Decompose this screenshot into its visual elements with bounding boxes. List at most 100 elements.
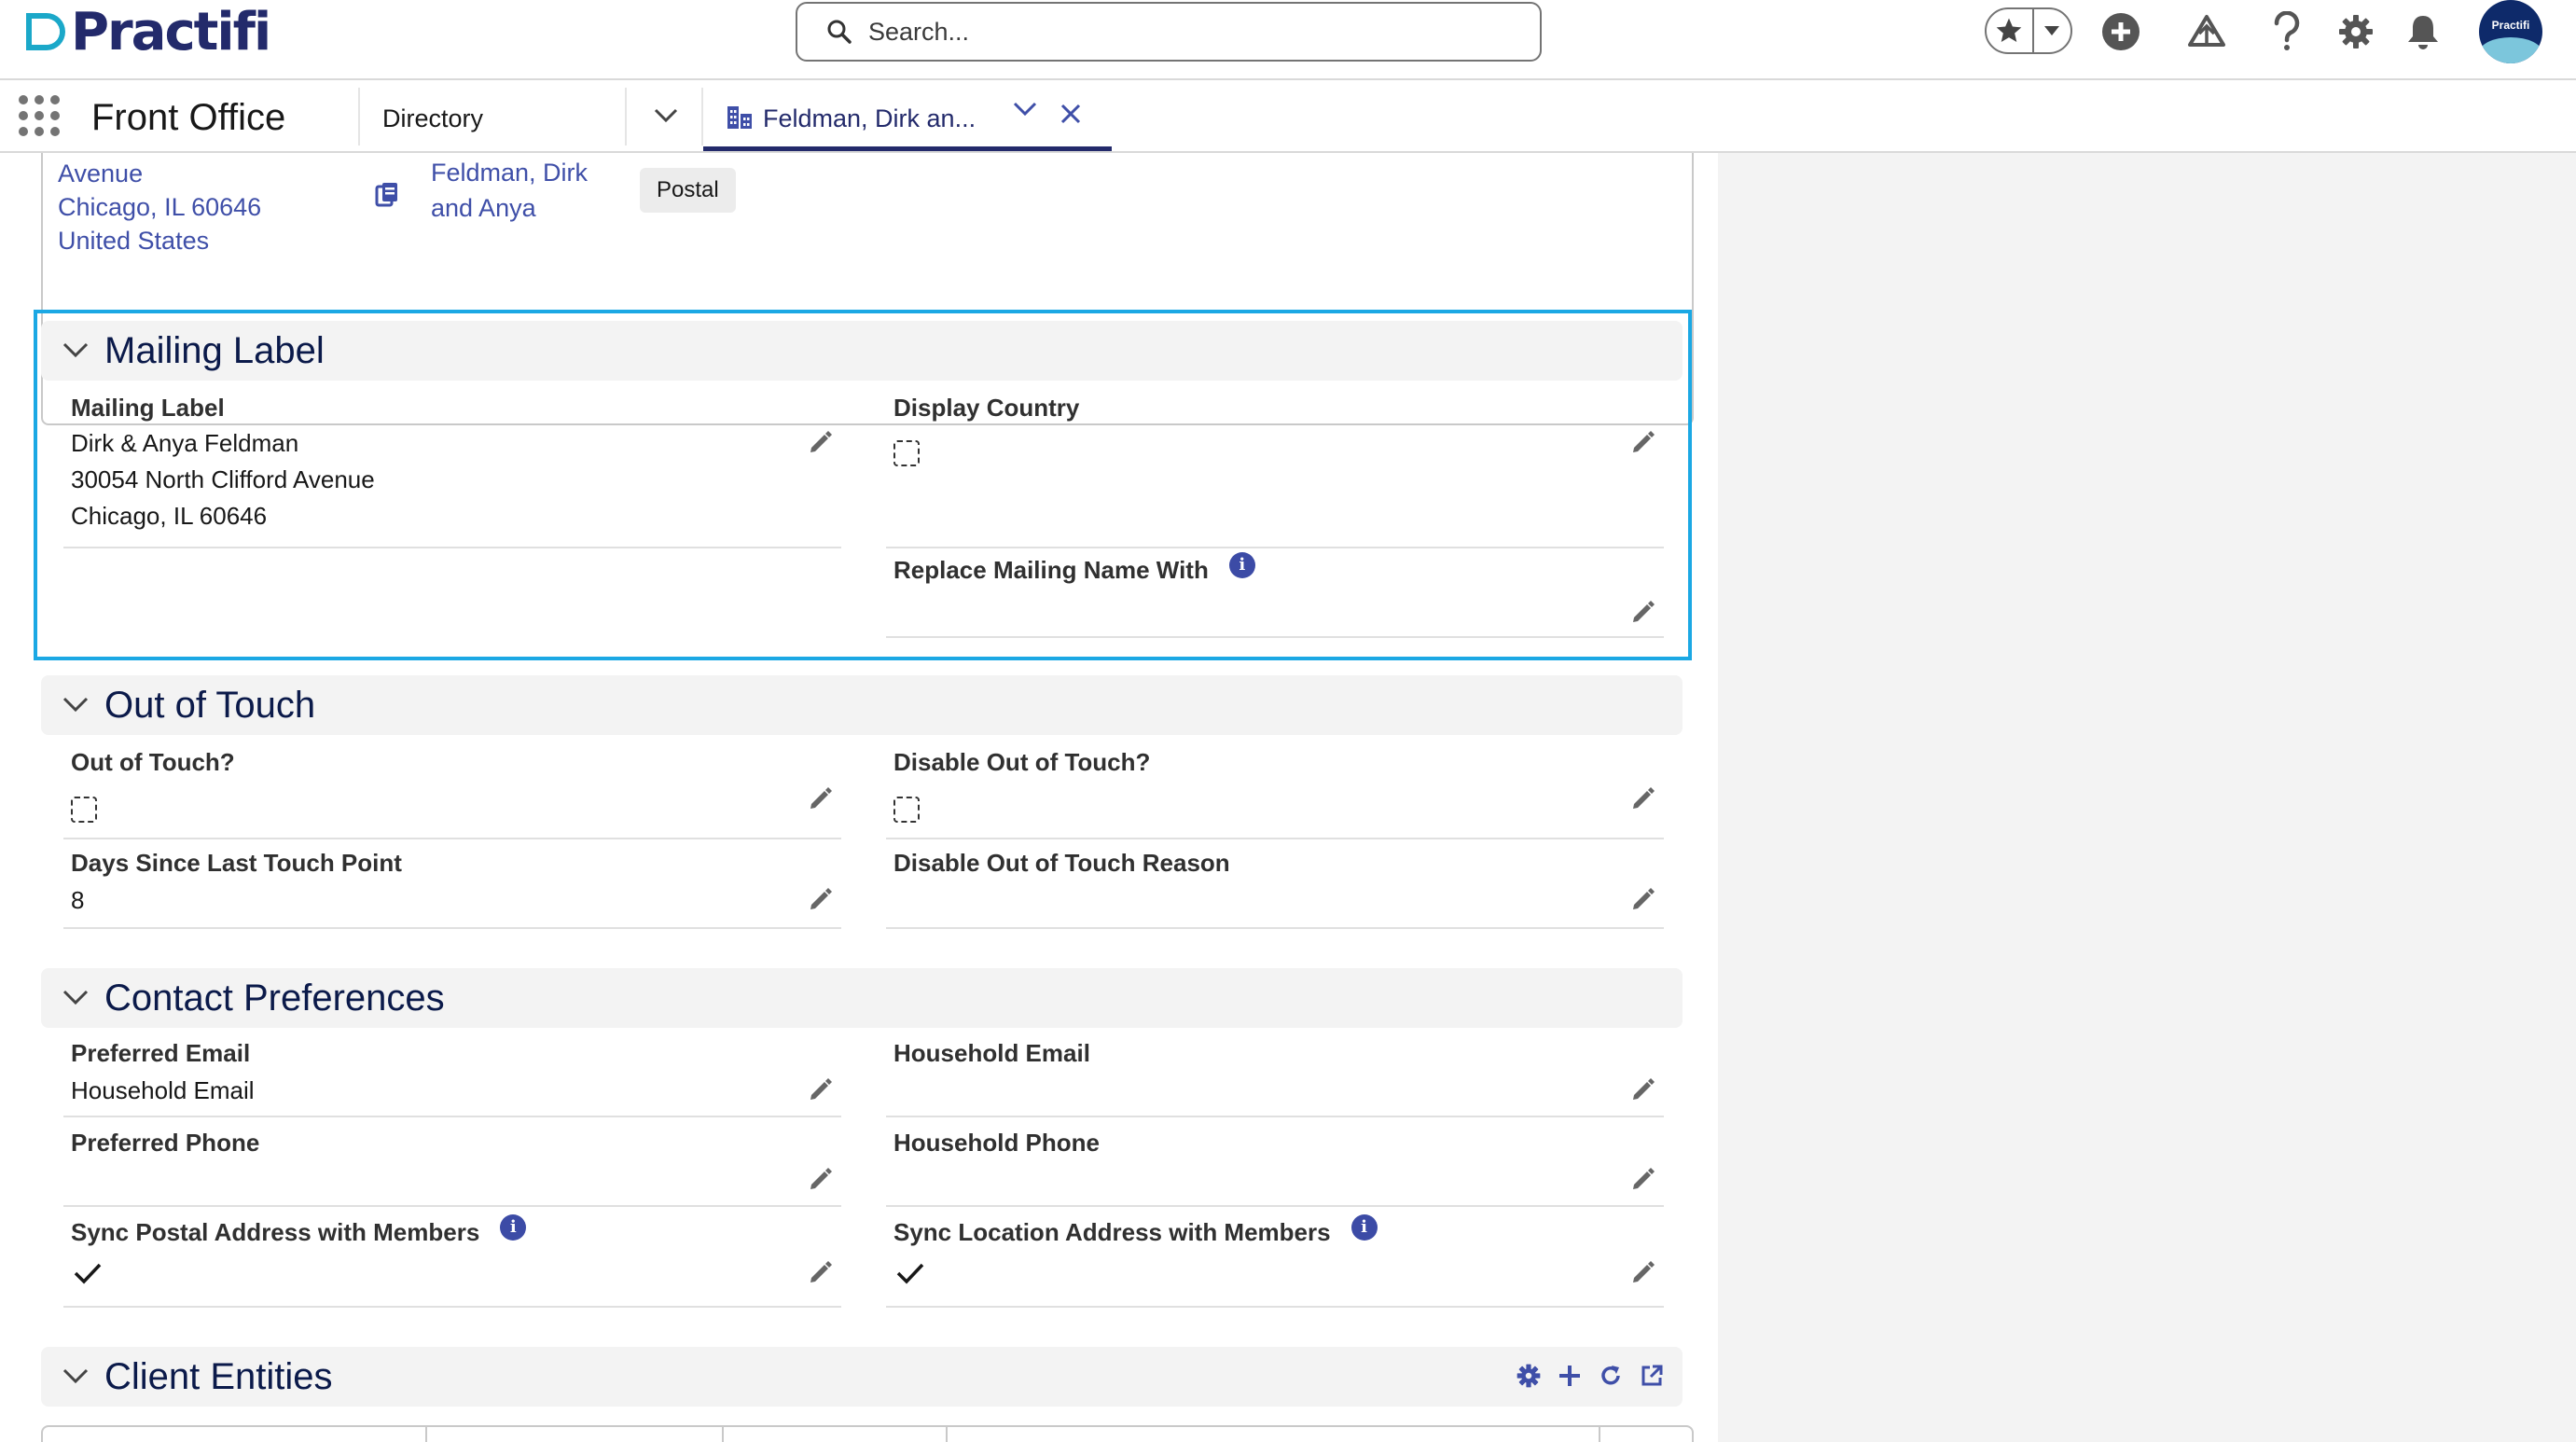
favorites-menu-button[interactable]: [2034, 9, 2070, 52]
pencil-icon[interactable]: [1630, 1076, 1656, 1102]
global-header: Practifi Search... Practifi: [0, 0, 2576, 78]
pencil-icon[interactable]: [1630, 1259, 1656, 1285]
favorites-button[interactable]: [1987, 9, 2034, 52]
help-button[interactable]: [2264, 9, 2309, 54]
field-label-text: Sync Postal Address with Members: [71, 1218, 480, 1246]
field-label: Mailing Label: [71, 394, 225, 422]
client-entities-table: [41, 1425, 1694, 1442]
field-label-text: Replace Mailing Name With: [893, 556, 1209, 584]
checkmark-icon: [896, 1263, 924, 1284]
field-label: Days Since Last Touch Point: [71, 849, 402, 877]
field-label: Out of Touch?: [71, 748, 235, 776]
nav-item-directory[interactable]: Directory: [382, 104, 483, 133]
field-preferred-email: Preferred Email Household Email: [63, 1039, 841, 1117]
field-replace-mailing-name: Replace Mailing Name With i: [886, 552, 1664, 638]
pencil-icon[interactable]: [1630, 886, 1656, 912]
mailing-label-line: 30054 North Clifford Avenue: [71, 465, 375, 493]
search-input[interactable]: [868, 17, 1521, 47]
section-title: Client Entities: [104, 1356, 333, 1397]
info-icon[interactable]: i: [1228, 552, 1255, 578]
section-header-client-entities[interactable]: Client Entities: [41, 1347, 1683, 1407]
chevron-down-icon[interactable]: [1013, 101, 1037, 118]
field-sync-postal-address: Sync Postal Address with Members i: [63, 1214, 841, 1308]
address-lines[interactable]: Avenue Chicago, IL 60646 United States: [58, 157, 261, 257]
pencil-icon[interactable]: [808, 785, 834, 811]
chevron-down-icon: [62, 1368, 89, 1384]
pencil-icon[interactable]: [1630, 599, 1656, 625]
setup-button[interactable]: [2334, 9, 2378, 54]
launcher-dot: [19, 111, 28, 120]
address-name-line: Feldman, Dirk: [431, 159, 589, 187]
pencil-icon[interactable]: [1630, 429, 1656, 455]
app-name: Front Office: [91, 97, 286, 138]
section-header-contact-preferences[interactable]: Contact Preferences: [41, 968, 1683, 1028]
pencil-icon[interactable]: [808, 429, 834, 455]
pencil-icon[interactable]: [808, 886, 834, 912]
launcher-dot: [50, 111, 60, 120]
field-label: Sync Postal Address with Members i: [71, 1214, 527, 1247]
section-title: Out of Touch: [104, 685, 316, 726]
nav-divider: [625, 88, 627, 146]
close-icon[interactable]: [1059, 103, 1082, 125]
table-column-divider: [425, 1427, 427, 1442]
table-column-divider: [946, 1427, 948, 1442]
right-side-panel: [1718, 153, 2576, 1442]
field-value: Household Email: [71, 1076, 255, 1104]
help-icon: [2274, 11, 2300, 50]
field-out-of-touch: Out of Touch?: [63, 748, 841, 839]
field-preferred-phone: Preferred Phone: [63, 1129, 841, 1207]
open-external-icon[interactable]: [1640, 1364, 1664, 1388]
nav-divider: [358, 88, 360, 146]
pencil-icon[interactable]: [808, 1166, 834, 1192]
add-icon[interactable]: [1558, 1364, 1582, 1388]
global-actions-button[interactable]: [2098, 9, 2143, 54]
field-disable-out-of-touch-reason: Disable Out of Touch Reason: [886, 849, 1664, 929]
field-mailing-label: Mailing Label Dirk & Anya Feldman 30054 …: [63, 394, 841, 548]
address-household-link[interactable]: Feldman, Dirk and Anya: [431, 155, 617, 226]
field-days-since-last-touch: Days Since Last Touch Point 8: [63, 849, 841, 929]
tab-feldman-household[interactable]: Feldman, Dirk an...: [703, 80, 1112, 151]
info-icon[interactable]: i: [500, 1214, 527, 1241]
field-label: Household Phone: [893, 1129, 1100, 1157]
checkmark-icon: [74, 1263, 102, 1284]
pencil-icon[interactable]: [808, 1076, 834, 1102]
launcher-dot: [35, 111, 44, 120]
address-line: United States: [58, 227, 210, 255]
section-title: Contact Preferences: [104, 978, 445, 1019]
record-detail-column: Avenue Chicago, IL 60646 United States F…: [9, 153, 1718, 1442]
copy-icon[interactable]: [375, 181, 399, 207]
section-header-mailing-label[interactable]: Mailing Label: [41, 321, 1683, 381]
launcher-dot: [35, 127, 44, 136]
section-header-out-of-touch[interactable]: Out of Touch: [41, 675, 1683, 735]
trailhead-icon: [2188, 15, 2225, 47]
field-disable-out-of-touch: Disable Out of Touch?: [886, 748, 1664, 839]
field-label: Disable Out of Touch Reason: [893, 849, 1230, 877]
practifi-logo[interactable]: Practifi: [19, 2, 271, 62]
address-type-badge: Postal: [640, 168, 736, 213]
mailing-label-line: Chicago, IL 60646: [71, 502, 268, 530]
chevron-down-icon: [654, 108, 678, 123]
pencil-icon[interactable]: [808, 1259, 834, 1285]
search-icon: [827, 20, 852, 44]
pencil-icon[interactable]: [1630, 785, 1656, 811]
field-label: Preferred Email: [71, 1039, 251, 1067]
disable-out-of-touch-checkbox: [893, 797, 920, 823]
app-launcher-button[interactable]: [19, 95, 60, 136]
field-display-country: Display Country: [886, 394, 1664, 548]
caret-down-icon: [2044, 26, 2060, 35]
refresh-icon[interactable]: [1599, 1364, 1623, 1388]
chevron-down-icon: [62, 342, 89, 358]
practifi-logo-icon: [26, 13, 65, 50]
notifications-button[interactable]: [2401, 9, 2445, 54]
field-label: Preferred Phone: [71, 1129, 260, 1157]
gear-icon[interactable]: [1517, 1364, 1541, 1388]
global-search[interactable]: [796, 2, 1542, 62]
household-icon: [727, 106, 752, 129]
nav-menu-button[interactable]: [649, 99, 683, 132]
user-avatar[interactable]: Practifi: [2479, 0, 2542, 63]
info-icon[interactable]: i: [1350, 1214, 1378, 1241]
avatar-wave: [2479, 37, 2542, 63]
trailhead-button[interactable]: [2184, 9, 2229, 54]
launcher-dot: [19, 127, 28, 136]
pencil-icon[interactable]: [1630, 1166, 1656, 1192]
